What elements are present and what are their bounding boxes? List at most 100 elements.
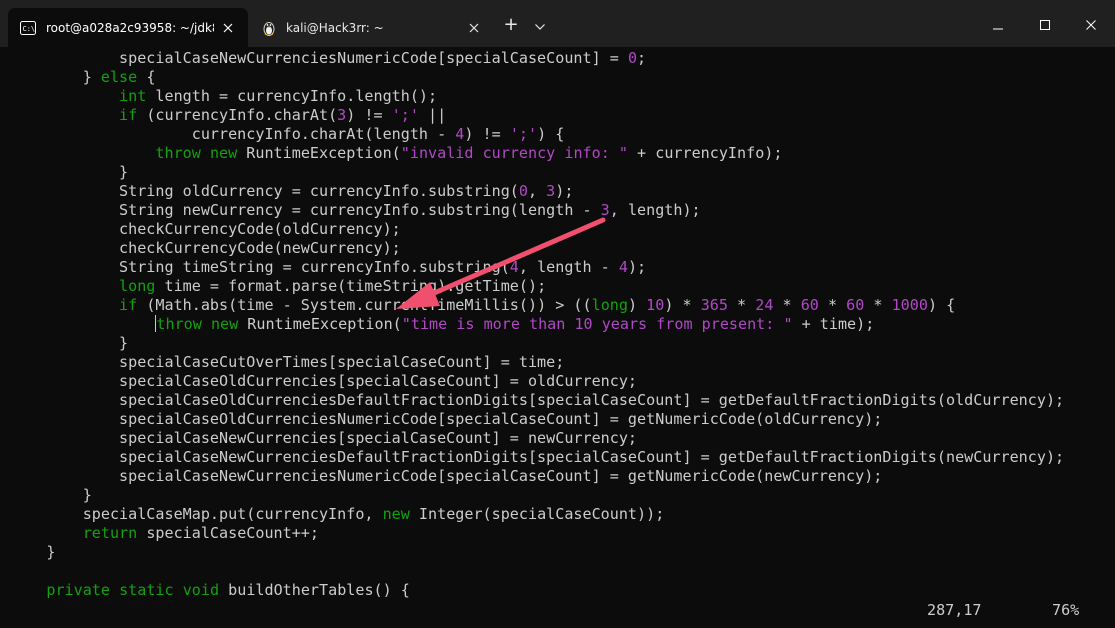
- tab-dropdown-button[interactable]: [527, 8, 553, 40]
- code-token: "time is more than 10 years from present…: [401, 315, 793, 333]
- code-line: specialCaseOldCurrenciesNumericCode[spec…: [10, 410, 882, 429]
- code-token: }: [10, 163, 129, 181]
- tab-root-jdk8u[interactable]: C:\ root@a028a2c93958: ~/jdk8u: [8, 8, 248, 47]
- code-token: ) !=: [464, 125, 510, 143]
- code-line: currencyInfo.charAt(length - 4) != ';') …: [10, 125, 565, 144]
- terminal-content[interactable]: specialCaseNewCurrenciesNumericCode[spec…: [0, 47, 1115, 628]
- code-token: "invalid currency info: ": [400, 144, 628, 162]
- code-token: 0: [518, 182, 528, 200]
- code-token: throw: [156, 315, 202, 333]
- code-token: }: [10, 68, 101, 86]
- terminal-icon: C:\: [20, 20, 36, 35]
- code-token: 24: [755, 296, 774, 314]
- code-line: int length = currencyInfo.length();: [10, 87, 437, 106]
- code-token: specialCaseMap.put(currencyInfo,: [10, 505, 383, 523]
- code-token: *: [818, 296, 847, 314]
- code-token: specialCaseNewCurrenciesNumericCode[spec…: [10, 467, 883, 485]
- code-token: else: [100, 68, 138, 86]
- code-token: private: [46, 581, 110, 599]
- code-token: , length -: [518, 258, 619, 276]
- code-token: long: [119, 277, 156, 295]
- code-token: currencyInfo.charAt(length -: [10, 125, 456, 143]
- code-line: specialCaseNewCurrenciesDefaultFractionD…: [10, 448, 1064, 467]
- code-token: new: [210, 315, 239, 333]
- minimize-button[interactable]: [976, 8, 1020, 40]
- code-token: checkCurrencyCode(oldCurrency);: [10, 220, 401, 238]
- code-token: 10: [646, 296, 665, 314]
- code-token: );: [627, 258, 647, 276]
- code-token: *: [864, 296, 892, 314]
- new-tab-button[interactable]: +: [496, 8, 526, 40]
- code-token: );: [555, 182, 574, 200]
- code-line: }: [10, 543, 55, 562]
- maximize-button[interactable]: [1023, 8, 1067, 40]
- code-token: 0: [627, 49, 638, 67]
- code-token: + time);: [792, 315, 875, 333]
- code-token: }: [10, 486, 92, 504]
- code-token: 60: [846, 296, 865, 314]
- code-token: 3: [600, 201, 610, 219]
- code-token: RuntimeException(: [238, 315, 402, 333]
- code-line: if (currencyInfo.charAt(3) != ';' ||: [10, 106, 446, 125]
- code-line: }: [10, 486, 92, 505]
- code-token: specialCaseOldCurrenciesDefaultFractionD…: [10, 391, 1065, 409]
- code-token: ';': [509, 125, 538, 143]
- code-line: private static void buildOtherTables() {: [10, 581, 410, 600]
- code-token: (currencyInfo.charAt(: [137, 106, 338, 124]
- code-line: String newCurrency = currencyInfo.substr…: [10, 201, 701, 220]
- code-token: String oldCurrency = currencyInfo.substr…: [10, 182, 519, 200]
- code-line: specialCaseCutOverTimes[specialCaseCount…: [10, 353, 564, 372]
- code-line: return specialCaseCount++;: [10, 524, 319, 543]
- code-token: ) !=: [346, 106, 392, 124]
- code-token: {: [137, 68, 156, 86]
- code-token: if: [119, 296, 138, 314]
- close-tab-icon[interactable]: [460, 14, 488, 42]
- code-token: (Math.abs(time - System.currentTimeMilli…: [137, 296, 592, 314]
- code-token: String timeString = currencyInfo.substri…: [10, 258, 510, 276]
- code-token: new: [209, 144, 238, 162]
- code-token: ) {: [537, 125, 565, 143]
- code-token: *: [727, 296, 756, 314]
- code-token: throw: [155, 144, 201, 162]
- close-window-button[interactable]: [1069, 8, 1113, 40]
- code-token: specialCaseOldCurrencies[specialCaseCoun…: [10, 372, 638, 390]
- code-token: specialCaseNewCurrenciesNumericCode[spec…: [10, 49, 628, 67]
- tab-kali[interactable]: kali@Hack3rr: ~: [250, 8, 494, 47]
- code-token: 4: [618, 258, 628, 276]
- code-token: *: [773, 296, 801, 314]
- code-token: static: [119, 581, 174, 599]
- code-line: throw new RuntimeException("invalid curr…: [10, 144, 782, 163]
- svg-text:C:\: C:\: [23, 25, 36, 33]
- code-line: throw new RuntimeException("time is more…: [10, 315, 874, 334]
- tab-title: root@a028a2c93958: ~/jdk8u: [46, 20, 214, 35]
- code-token: 365: [700, 296, 728, 314]
- code-line: String timeString = currencyInfo.substri…: [10, 258, 646, 277]
- code-token: ';': [391, 106, 419, 124]
- code-line: checkCurrencyCode(oldCurrency);: [10, 220, 401, 239]
- maximize-icon: [1040, 15, 1050, 34]
- code-token: String newCurrency = currencyInfo.substr…: [10, 201, 601, 219]
- code-token: RuntimeException(: [237, 144, 401, 162]
- minimize-icon: [993, 15, 1003, 34]
- code-token: 1000: [891, 296, 928, 314]
- code-token: ;: [637, 49, 647, 67]
- code-token: }: [10, 543, 56, 561]
- terminal-window: C:\ root@a028a2c93958: ~/jdk8u kali@Hack…: [0, 0, 1115, 628]
- code-token: ||: [418, 106, 447, 124]
- code-line: String oldCurrency = currencyInfo.substr…: [10, 182, 573, 201]
- code-line: }: [10, 163, 128, 182]
- code-token: specialCaseNewCurrenciesDefaultFractionD…: [10, 448, 1065, 466]
- code-line: long time = format.parse(timeString).get…: [10, 277, 546, 296]
- code-token: , length);: [609, 201, 701, 219]
- close-tab-icon[interactable]: [214, 14, 242, 42]
- code-token: specialCaseOldCurrenciesNumericCode[spec…: [10, 410, 883, 428]
- code-line: specialCaseMap.put(currencyInfo, new Int…: [10, 505, 665, 524]
